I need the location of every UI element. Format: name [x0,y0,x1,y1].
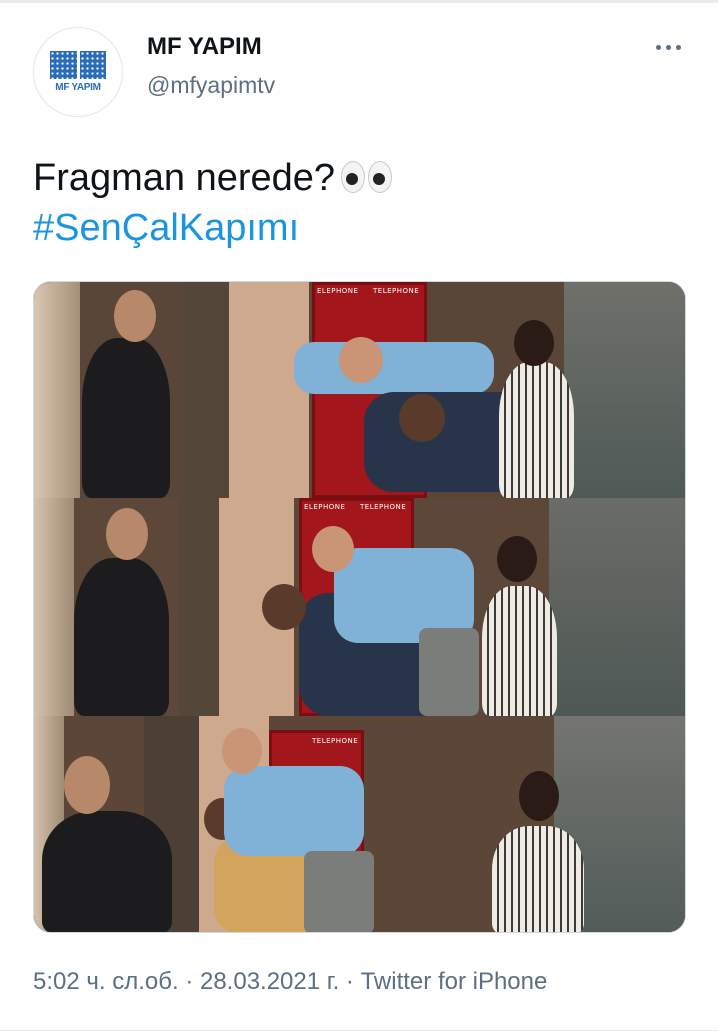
tweet-timestamp: 5:02 ч. сл.об. · 28.03.2021 г. · Twitter… [33,968,547,996]
eyes-emoji-icon [341,161,393,193]
tweet-source[interactable]: Twitter for iPhone [361,968,548,995]
photo-panel-2: ELEPHONE TELEPHONE [34,498,685,716]
author-display-name[interactable]: MF YAPIM [147,33,262,61]
top-divider [0,0,718,3]
author-handle[interactable]: @mfyapimtv [147,72,275,99]
hashtag-link[interactable]: #SenÇalKapımı [33,204,299,252]
meta-separator: · [339,968,361,995]
mf-logo-icon [50,51,106,79]
tweet-body: Fragman nerede? [33,157,336,199]
bottom-divider [0,1030,718,1031]
photo-panel-3: TELEPHONE [34,716,685,932]
meta-separator: · [178,968,200,995]
tweet-text: Fragman nerede? [33,154,393,202]
avatar[interactable]: MF YAPIM [33,27,123,117]
tweet-date[interactable]: 28.03.2021 г. [200,968,339,995]
tweet-media-image[interactable]: ELEPHONE TELEPHONE ELEPHONE TELEPHONE TE… [33,281,686,933]
tweet-time[interactable]: 5:02 ч. сл.об. [33,968,179,995]
more-horizontal-icon[interactable] [656,38,686,56]
photo-panel-1: ELEPHONE TELEPHONE [34,282,685,498]
avatar-logo-text: MF YAPIM [55,82,101,93]
